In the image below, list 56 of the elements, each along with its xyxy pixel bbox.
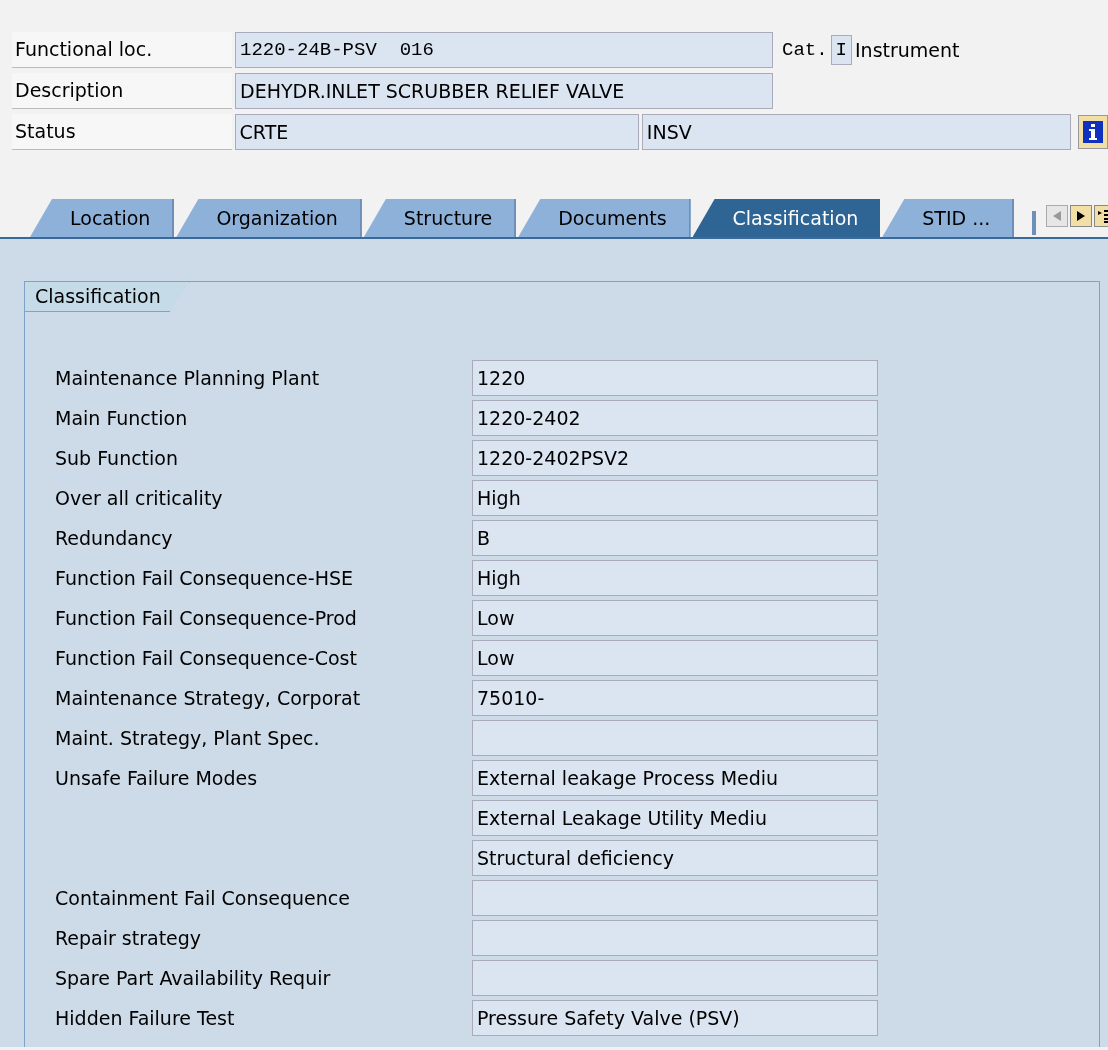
field-label: Over all criticality <box>55 485 224 511</box>
input-field[interactable]: External Leakage Utility Mediu <box>472 800 878 836</box>
input-field[interactable]: 1220-2402 <box>472 400 878 436</box>
field-label: Maintenance Strategy, Corporat <box>55 685 362 711</box>
input-field[interactable]: External leakage Process Mediu <box>472 760 878 796</box>
input-field[interactable]: Low <box>472 600 878 636</box>
field-label: Redundancy <box>55 525 174 551</box>
input-field[interactable]: High <box>472 560 878 596</box>
field-label: Hidden Failure Test <box>55 1005 236 1031</box>
field-label: Function Fail Consequence-Prod <box>55 605 358 631</box>
input-field[interactable]: INSV <box>641 114 1072 150</box>
tab[interactable]: Classification <box>692 199 881 237</box>
input-field[interactable]: Structural deficiency <box>472 840 878 876</box>
category-text: Instrument <box>855 37 960 63</box>
tab[interactable]: STID ... <box>882 199 1015 237</box>
field-label: Description <box>12 73 232 109</box>
tab[interactable]: Organization <box>176 199 362 237</box>
info-button[interactable] <box>1078 115 1108 149</box>
field-label: Unsafe Failure Modes <box>55 765 259 791</box>
field-label: Cat. <box>782 37 828 63</box>
tab[interactable]: Structure <box>363 199 517 237</box>
input-field[interactable]: DEHYDR.INLET SCRUBBER RELIEF VALVE <box>235 73 773 109</box>
info-icon <box>1083 121 1103 143</box>
input-field[interactable]: I <box>830 35 852 65</box>
input-field[interactable] <box>472 720 878 756</box>
list-icon <box>1098 209 1108 223</box>
input-field[interactable]: 1220 <box>472 360 878 396</box>
right-arrow-icon <box>1077 211 1086 221</box>
field-label: Function Fail Consequence-HSE <box>55 565 354 591</box>
field-label: Containment Fail Consequence <box>55 885 351 911</box>
tab[interactable]: Location <box>30 199 175 237</box>
field-label: Status <box>12 114 232 150</box>
field-label: Spare Part Availability Requir <box>55 965 332 991</box>
input-field[interactable]: High <box>472 480 878 516</box>
field-label: Maint. Strategy, Plant Spec. <box>55 725 321 751</box>
input-field[interactable] <box>472 920 878 956</box>
input-field[interactable]: 1220-24B-PSV 016 <box>235 32 773 68</box>
more-tabs-icon <box>1032 211 1037 235</box>
input-field[interactable] <box>472 880 878 916</box>
field-label: Repair strategy <box>55 925 203 951</box>
input-field[interactable] <box>472 960 878 996</box>
tab[interactable]: Documents <box>518 199 691 237</box>
input-field[interactable]: Low <box>472 640 878 676</box>
field-label: Function Fail Consequence-Cost <box>55 645 358 671</box>
left-arrow-icon <box>1053 211 1062 221</box>
input-field[interactable]: 1220-2402PSV2 <box>472 440 878 476</box>
input-field[interactable]: Pressure Safety Valve (PSV) <box>472 1000 878 1036</box>
scroll-right-button[interactable] <box>1070 205 1093 227</box>
field-label: Main Function <box>55 405 189 431</box>
group-title: Classification <box>25 282 190 312</box>
input-field[interactable]: CRTE <box>234 114 639 150</box>
field-label: Maintenance Planning Plant <box>55 365 321 391</box>
input-field[interactable]: 75010- <box>472 680 878 716</box>
field-label: Functional loc. <box>12 32 232 68</box>
field-label: Sub Function <box>55 445 180 471</box>
input-field[interactable]: B <box>472 520 878 556</box>
